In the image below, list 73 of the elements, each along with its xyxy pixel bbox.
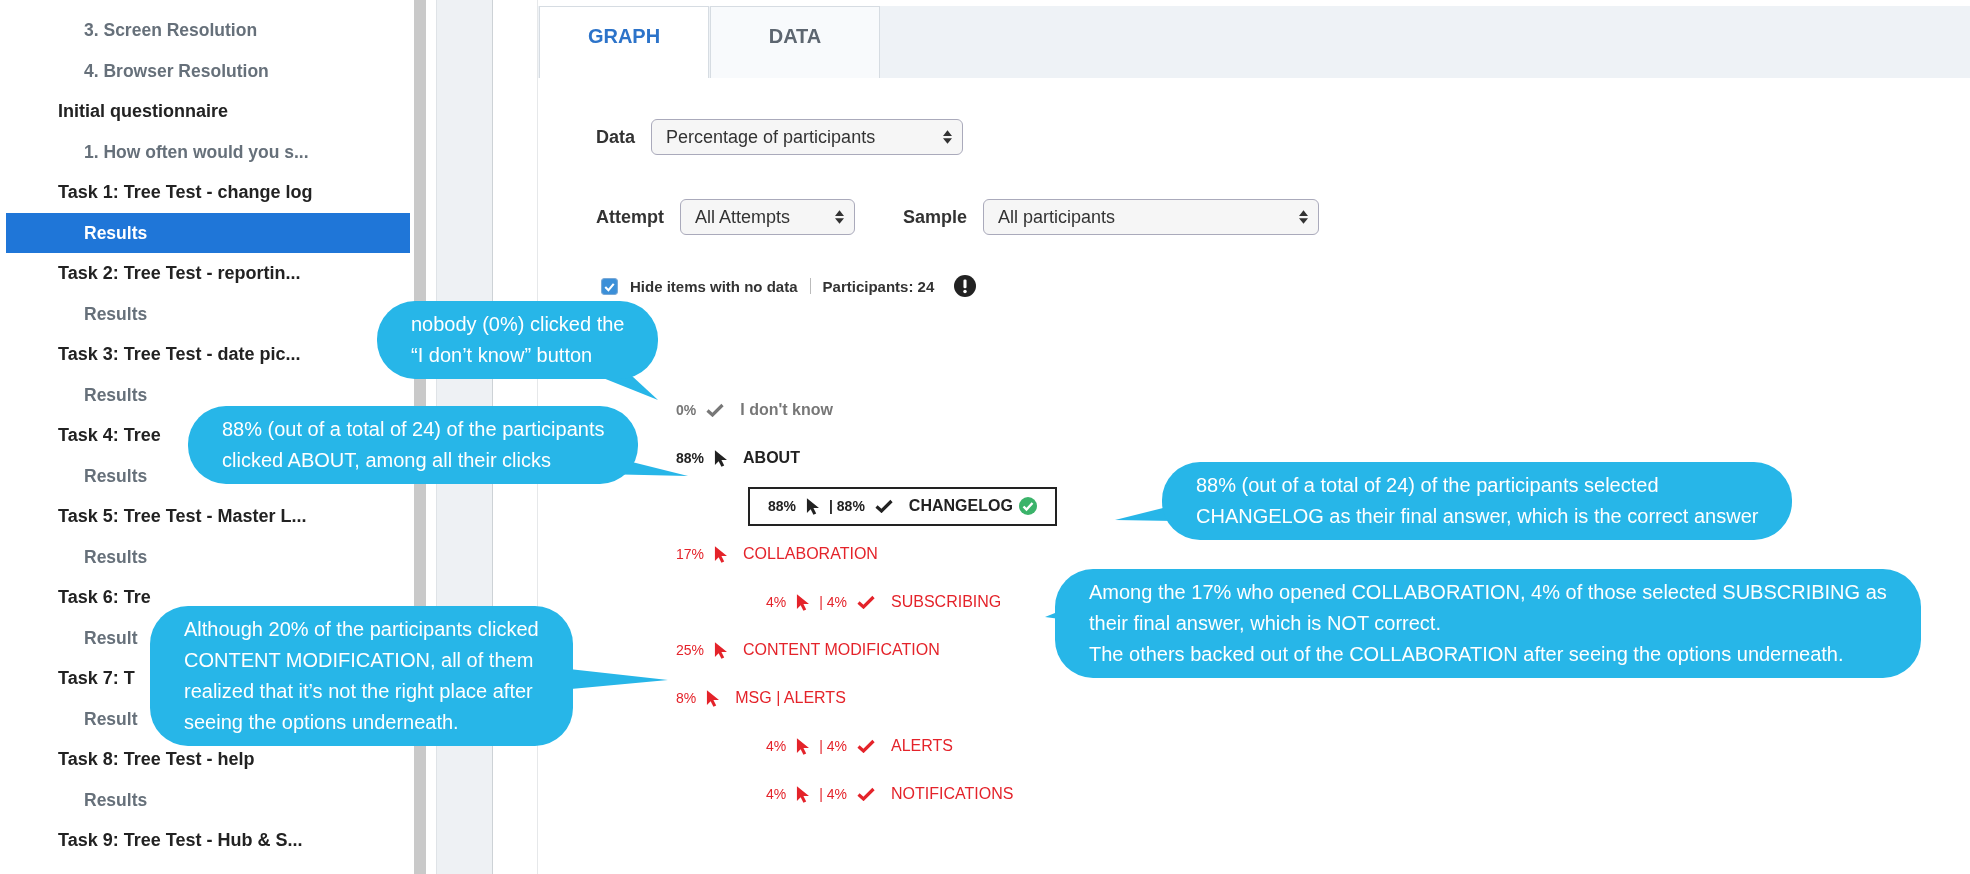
sidebar-item[interactable]: 4. Browser Resolution — [84, 50, 269, 91]
cursor-icon — [796, 736, 810, 756]
percent: 4% — [766, 786, 787, 802]
percent: 8% — [676, 690, 697, 706]
tree-node-label: ALERTS — [891, 737, 953, 755]
cursor-icon — [714, 640, 728, 660]
tree-node-label: NOTIFICATIONS — [891, 785, 1014, 803]
sidebar-item[interactable]: Task 9: Tree Test - Hub & S... — [58, 820, 303, 861]
sidebar-item[interactable]: Results — [84, 374, 148, 415]
participants-count: Participants: 24 — [822, 277, 935, 295]
percent: 88% — [676, 450, 705, 466]
sidebar-item[interactable]: Result — [84, 617, 138, 658]
annotation-tooltip: 88% (out of a total of 24) of the participants selected CHANGELOG as their final answer, which is the correct answer — [1162, 462, 1793, 540]
check-icon — [857, 595, 875, 609]
percent: | 4% — [819, 738, 847, 754]
sidebar-item[interactable]: Task 2: Tree Test - reportin... — [58, 253, 301, 294]
percent: 4% — [766, 594, 787, 610]
tree-node-label: SUBSCRIBING — [891, 593, 1002, 611]
sidebar-item[interactable]: Task 4: Tree — [58, 415, 161, 456]
checkbox-label: Hide items with no data — [630, 277, 798, 295]
data-label: Data — [596, 126, 635, 148]
check-icon — [706, 403, 725, 417]
tab[interactable]: DATA — [710, 6, 880, 78]
sidebar-item[interactable]: Task 3: Tree Test - date pic... — [58, 334, 301, 375]
updown-icon — [1299, 210, 1309, 224]
tree-node-label: CONTENT MODIFICATION — [743, 641, 940, 659]
tree-node-label: ABOUT — [743, 449, 800, 467]
sidebar-item[interactable]: Result — [84, 698, 138, 739]
percent: | 88% — [829, 498, 865, 514]
cursor-icon — [796, 592, 810, 612]
attempt-select[interactable]: All Attempts — [680, 199, 855, 235]
sample-select[interactable]: All participants — [983, 199, 1320, 235]
check-icon — [857, 787, 875, 801]
percent: 17% — [676, 546, 705, 562]
sidebar-item[interactable]: Task 7: T — [58, 658, 135, 699]
percent: 4% — [766, 738, 787, 754]
percent: 88% — [768, 498, 797, 514]
sidebar-item[interactable]: Results — [84, 293, 148, 334]
sidebar-item[interactable]: Task 6: Tre — [58, 577, 151, 618]
sidebar-item[interactable]: 1. How often would you s... — [84, 131, 309, 172]
check-circle-icon — [1018, 497, 1037, 515]
sidebar-item[interactable]: Task 5: Tree Test - Master L... — [58, 496, 307, 537]
check-icon — [874, 499, 893, 513]
attempt-label: Attempt — [596, 206, 664, 228]
percent: 25% — [676, 642, 705, 658]
cursor-icon — [796, 784, 810, 804]
cursor-icon — [706, 688, 720, 708]
annotation-tooltip: Although 20% of the participants clicked CONTENT MODIFICATION, all of them realized that it’s not the right place after seeing the options underneath. — [150, 606, 573, 746]
tab[interactable]: GRAPH — [539, 6, 709, 78]
data-select[interactable]: Percentage of participants — [651, 119, 963, 155]
updown-icon — [943, 130, 952, 144]
tree-node-label: I don't know — [740, 401, 833, 419]
percent: | 4% — [819, 786, 847, 802]
tree-node-label: MSG | ALERTS — [735, 689, 846, 707]
cursor-icon — [806, 496, 820, 516]
sidebar-item[interactable]: Results — [84, 536, 148, 577]
sidebar-item[interactable]: Results — [6, 212, 410, 253]
tree-node-label: CHANGELOG — [908, 497, 1013, 515]
cursor-icon — [714, 448, 728, 468]
sidebar-item[interactable]: Task 1: Tree Test - change log — [58, 172, 313, 213]
sample-label: Sample — [903, 206, 968, 228]
check-icon — [857, 739, 875, 753]
tree-node-label: COLLABORATION — [743, 545, 878, 563]
percent: | 4% — [819, 594, 847, 610]
sidebar-item[interactable]: Initial questionnaire — [58, 91, 229, 132]
exclamation-icon[interactable] — [954, 275, 977, 297]
cursor-icon — [714, 544, 728, 564]
sidebar-item[interactable]: 3. Screen Resolution — [84, 10, 258, 51]
sidebar-item[interactable]: Results — [84, 779, 148, 820]
sidebar-item[interactable]: Results — [84, 455, 148, 496]
updown-icon — [835, 210, 844, 224]
checkbox[interactable] — [601, 277, 618, 295]
percent: 0% — [676, 402, 697, 418]
